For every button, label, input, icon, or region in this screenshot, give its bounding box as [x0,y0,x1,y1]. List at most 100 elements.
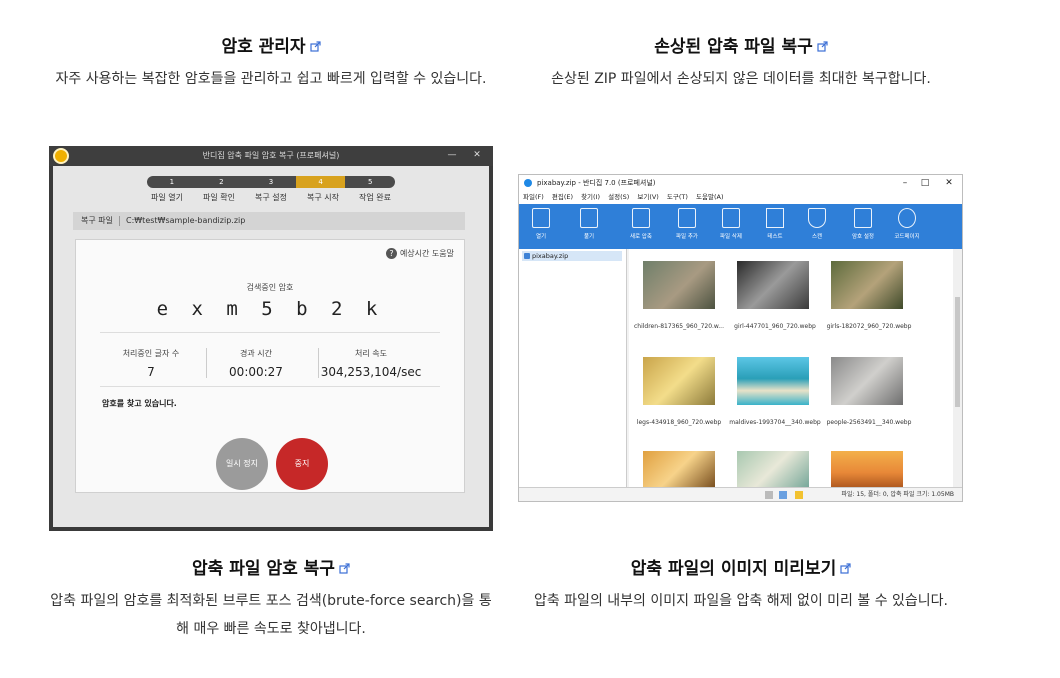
open-button[interactable]: 열기 [521,208,561,240]
step-2: 2 [219,178,224,186]
thumbnail-children[interactable] [643,261,715,309]
window-titlebar: pixabay.zip - 반디집 7.0 (프로페셔널) – □ ✕ [519,175,962,191]
minimize-icon[interactable]: – [895,175,915,191]
add-file-icon [678,208,696,228]
maximize-icon[interactable]: □ [915,175,935,191]
close-icon[interactable]: ✕ [467,149,487,161]
codepage-button[interactable]: 코드페이지 [887,208,927,240]
thumbnail-car[interactable] [737,451,809,487]
menu-view[interactable]: 보기(V) [637,193,658,201]
extract-icon [580,208,598,228]
file-name: girl-447701_960_720.webp [734,323,816,330]
file-name: people-2563491__340.webp [826,419,912,426]
window-title: pixabay.zip - 반디집 7.0 (프로페셔널) [537,179,656,187]
step-labels: 파일 열기 파일 확인 복구 설정 복구 시작 작업 완료 [141,192,401,203]
window-titlebar: 반디집 압축 파일 암호 복구 (프로페셔널) — ✕ [49,146,493,166]
window-title: 반디집 압축 파일 암호 복구 (프로페셔널) [202,151,340,160]
add-file-button[interactable]: 파일 추가 [667,208,707,240]
open-icon [532,208,550,228]
feature-image-preview: 압축 파일의 이미지 미리보기 압축 파일의 내부의 이미지 파일을 압축 해제… [516,557,966,615]
close-icon[interactable]: ✕ [939,175,959,191]
lightning-icon [766,208,784,228]
thumbnail-sunset[interactable] [643,451,715,487]
thumbnail-legs[interactable] [643,357,715,405]
shield-icon [808,208,826,228]
feature-desc: 압축 파일의 암호를 최적화된 브루트 포스 검색(brute-force se… [50,593,492,637]
menu-find[interactable]: 찾기(I) [581,193,600,201]
test-button[interactable]: 테스트 [755,208,795,240]
feature-desc: 자주 사용하는 복잡한 암호들을 관리하고 쉽고 빠르게 입력할 수 있습니다. [55,71,487,87]
scrollbar[interactable] [953,249,962,489]
pause-button[interactable]: 일시 정지 [216,438,268,490]
feature-title: 암호 관리자 [221,37,306,57]
recovery-status: 암호를 찾고 있습니다. [102,399,177,408]
file-name: maldives-1993704__340.webp [729,419,821,426]
new-archive-button[interactable]: 새로 압축 [621,208,661,240]
folder-icon[interactable] [795,491,803,499]
thumbnail-girls[interactable] [831,261,903,309]
external-link-icon[interactable] [309,40,321,52]
window-body: 1 2 3 4 5 파일 열기 파일 확인 복구 설정 복구 시작 작업 완료 … [53,166,489,527]
new-archive-icon [632,208,650,228]
image-preview-screenshot: pixabay.zip - 반디집 7.0 (프로페셔널) – □ ✕ 파일(F… [518,174,963,502]
step-label: 파일 열기 [151,193,183,202]
stat-elapsed: 경과 시간 00:00:27 [229,349,283,379]
step-4-active: 4 [295,176,346,188]
feature-title: 압축 파일 암호 복구 [192,559,335,579]
recovery-file-path: 복구 파일 C:₩test₩sample-bandizip.zip [73,212,465,230]
external-link-icon[interactable] [817,40,828,52]
step-label: 작업 완료 [359,193,391,202]
view-list-icon[interactable] [765,491,773,499]
current-password: e x m 5 b 2 k [156,298,384,320]
help-icon: ? [385,248,397,259]
toolbar: 열기 풀기 새로 압축 파일 추가 파일 삭제 테스트 스캔 암호 설정 코드페… [519,204,962,249]
tree-item-archive[interactable]: pixabay.zip [522,251,622,261]
globe-icon [898,208,916,228]
bandizip-key-icon [53,148,69,164]
step-5: 5 [367,178,373,186]
external-link-icon[interactable] [840,562,851,574]
stat-chars: 처리중인 글자 수 7 [122,349,180,379]
feature-damaged-recovery: 손상된 압축 파일 복구 손상된 ZIP 파일에서 손상되지 않은 데이터를 최… [516,35,966,93]
scan-button[interactable]: 스캔 [797,208,837,240]
view-thumbnail-icon[interactable] [779,491,787,499]
archive-icon [524,253,530,259]
menu-settings[interactable]: 설정(S) [608,193,629,201]
stop-button[interactable]: 중지 [276,438,328,490]
feature-password-recovery: 압축 파일 암호 복구 압축 파일의 암호를 최적화된 브루트 포스 검색(br… [48,557,494,643]
password-recovery-screenshot: 반디집 압축 파일 암호 복구 (프로페셔널) — ✕ 1 2 3 4 5 파일… [49,146,493,531]
feature-desc: 압축 파일의 내부의 이미지 파일을 압축 해제 없이 미리 볼 수 있습니다. [533,593,949,609]
file-name: legs-434918_960_720.webp [636,419,722,426]
list-icon [854,208,872,228]
time-help-link[interactable]: ? 예상시간 도움말 [385,248,454,259]
thumbnail-maldives[interactable] [737,357,809,405]
searching-label: 검색중인 암호 [246,283,294,292]
delete-file-button[interactable]: 파일 삭제 [711,208,751,240]
recovery-panel: ? 예상시간 도움말 검색중인 암호 e x m 5 b 2 k 처리중인 글자 … [75,239,465,493]
file-thumbnail-grid: children-817365_960_720.w... girl-447701… [629,249,953,489]
feature-title: 압축 파일의 이미지 미리보기 [630,559,837,579]
minimize-icon[interactable]: — [442,149,462,161]
step-label: 파일 확인 [203,193,235,202]
thumbnail-people[interactable] [831,357,903,405]
menu-tools[interactable]: 도구(T) [667,193,688,201]
thumbnail-silhouette[interactable] [831,451,903,487]
thumbnail-girl[interactable] [737,261,809,309]
step-label: 복구 시작 [307,193,339,202]
file-name: children-817365_960_720.w... [633,323,725,330]
menu-file[interactable]: 파일(F) [523,193,544,201]
path-label: 복구 파일 [81,216,113,225]
feature-password-manager: 암호 관리자 자주 사용하는 복잡한 암호들을 관리하고 쉽고 빠르게 입력할 … [48,35,494,93]
step-3: 3 [268,178,274,186]
step-progress: 1 2 3 4 5 [147,176,395,188]
menu-edit[interactable]: 편집(E) [552,193,573,201]
set-password-button[interactable]: 암호 설정 [843,208,883,240]
status-text: 파일: 15, 폴더: 0, 압축 파일 크기: 1.05MB [841,491,954,498]
feature-desc: 손상된 ZIP 파일에서 손상되지 않은 데이터를 최대한 복구합니다. [551,71,931,87]
folder-tree: pixabay.zip [519,249,627,489]
status-bar: 파일: 15, 폴더: 0, 압축 파일 크기: 1.05MB [519,487,962,501]
delete-file-icon [722,208,740,228]
extract-button[interactable]: 풀기 [569,208,609,240]
external-link-icon[interactable] [339,562,350,574]
menu-help[interactable]: 도움말(A) [696,193,723,201]
